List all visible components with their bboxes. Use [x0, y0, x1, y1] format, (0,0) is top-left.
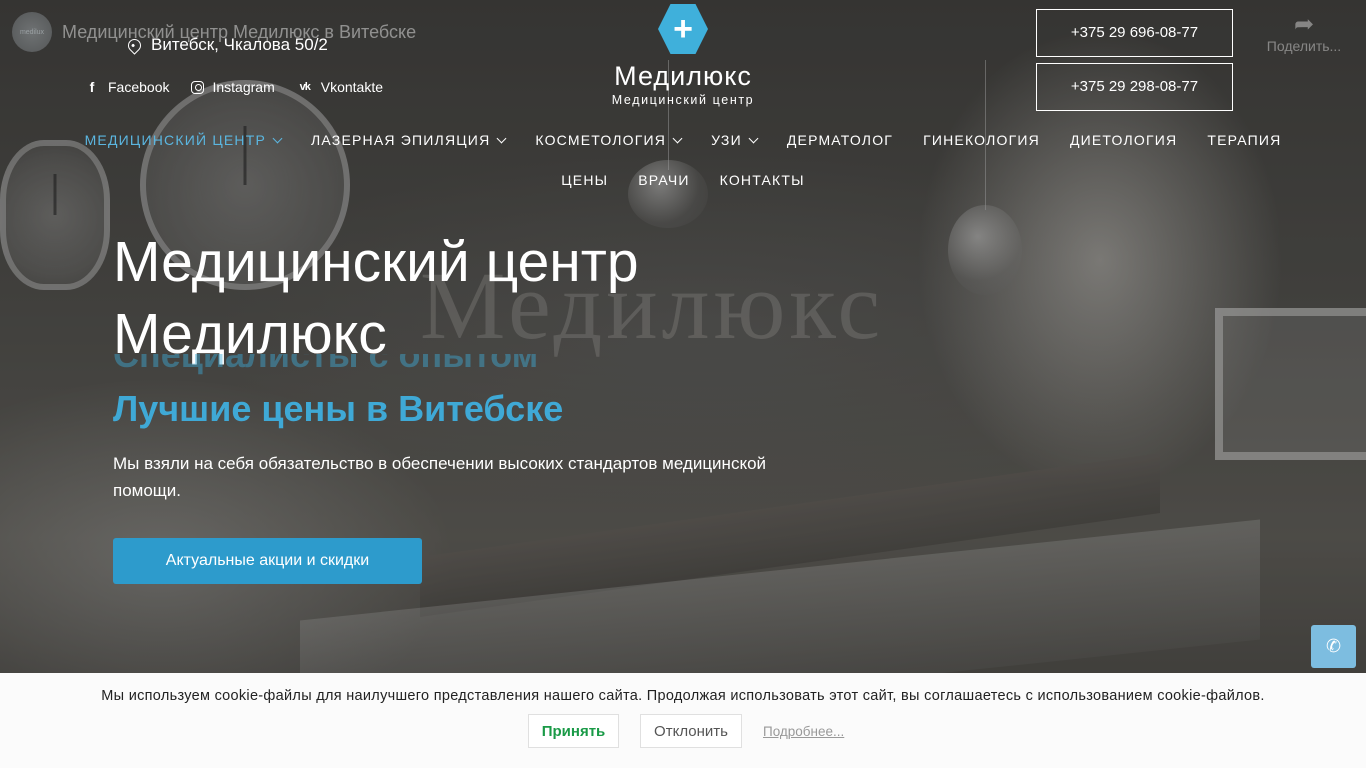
nav-label: Терапия: [1207, 132, 1282, 148]
social-label: Vkontakte: [320, 79, 383, 95]
phone-button-1[interactable]: +375 29 696-08-77: [1036, 9, 1233, 57]
social-link-vkontakte[interactable]: vk Vkontakte: [297, 79, 383, 95]
cookie-accept-button[interactable]: Принять: [528, 714, 619, 748]
nav-item-prices[interactable]: Цены: [546, 160, 623, 200]
chevron-down-icon: [496, 133, 507, 143]
address-text: Витебск, Чкалова 50/2: [151, 35, 328, 54]
chevron-down-icon: [748, 133, 759, 143]
share-label: Поделить...: [1266, 38, 1342, 54]
nav-item-dietology[interactable]: Диетология: [1055, 120, 1192, 160]
nav-label: Цены: [561, 172, 609, 188]
cookie-decline-button[interactable]: Отклонить: [640, 714, 742, 748]
logo-cross-icon: +: [658, 4, 708, 54]
share-arrow-icon: ➦: [1293, 11, 1315, 38]
phone-button-2[interactable]: +375 29 298-08-77: [1036, 63, 1233, 111]
nav-label: Косметология: [535, 132, 667, 148]
facebook-icon: f: [89, 79, 95, 95]
social-label: Instagram: [212, 79, 275, 95]
instagram-icon: [191, 80, 205, 94]
social-link-instagram[interactable]: Instagram: [191, 79, 275, 95]
map-pin-icon: [125, 35, 144, 55]
address: Витебск, Чкалова 50/2: [125, 35, 328, 55]
chevron-down-icon: [272, 133, 283, 143]
hero-text-rotator: Специалисты с опытом Лучшие цены в Витеб…: [113, 354, 573, 432]
nav-item-doctors[interactable]: Врачи: [623, 160, 704, 200]
hero-title-line-1: Медицинский центр: [113, 230, 639, 294]
phone-buttons: +375 29 696-08-77 +375 29 298-08-77: [1036, 9, 1233, 117]
hero-title: Медицинский центр Медилюкс: [113, 226, 833, 370]
nav-item-gynecology[interactable]: Гинекология: [908, 120, 1055, 160]
main-nav: Медицинский центр Лазерная эпиляция Косм…: [40, 120, 1326, 200]
phone-icon: ✆: [1325, 636, 1342, 656]
logo-name: Медилюкс: [614, 61, 752, 91]
nav-label: Контакты: [719, 172, 805, 188]
share-button[interactable]: ➦ Поделить...: [1262, 11, 1346, 55]
chevron-down-icon: [672, 133, 683, 143]
cookie-text: Мы используем cookie-файлы для наилучшег…: [101, 688, 1265, 704]
social-label: Facebook: [108, 79, 170, 95]
nav-item-medical-center[interactable]: Медицинский центр: [70, 120, 296, 160]
vk-icon: vk: [299, 81, 311, 93]
nav-label: Врачи: [638, 172, 690, 188]
nav-label: Дерматолог: [786, 132, 894, 148]
nav-item-therapy[interactable]: Терапия: [1192, 120, 1296, 160]
nav-label: Медицинский центр: [84, 132, 267, 148]
nav-label: Диетология: [1069, 132, 1178, 148]
social-link-facebook[interactable]: f Facebook: [84, 79, 170, 95]
social-links: f Facebook Instagram vk Vkontakte: [84, 79, 383, 95]
hero-description: Мы взяли на себя обязательство в обеспеч…: [113, 454, 767, 500]
rotator-previous-text: Специалисты с опытом: [113, 354, 539, 375]
nav-item-ultrasound[interactable]: УЗИ: [696, 120, 772, 160]
nav-item-dermatologist[interactable]: Дерматолог: [772, 120, 908, 160]
cookie-actions: Принять Отклонить Подробнее...: [528, 714, 844, 748]
nav-label: УЗИ: [711, 132, 742, 148]
site-logo[interactable]: + Медилюкс Медицинский центр: [598, 4, 768, 107]
nav-label: Лазерная эпиляция: [311, 132, 491, 148]
nav-item-contacts[interactable]: Контакты: [705, 160, 820, 200]
floating-call-button[interactable]: ✆: [1311, 625, 1356, 668]
promotions-button[interactable]: Актуальные акции и скидки: [113, 538, 422, 584]
rotator-current-text: Лучшие цены в Витебске: [113, 388, 564, 429]
nav-label: Гинекология: [923, 132, 1040, 148]
cookie-consent-bar: Мы используем cookie-файлы для наилучшег…: [0, 673, 1366, 768]
nav-item-cosmetology[interactable]: Косметология: [520, 120, 696, 160]
logo-subtitle: Медицинский центр: [611, 93, 755, 107]
cookie-more-link[interactable]: Подробнее...: [763, 724, 844, 739]
nav-item-laser-epilation[interactable]: Лазерная эпиляция: [296, 120, 520, 160]
channel-avatar[interactable]: medilux: [12, 12, 52, 52]
